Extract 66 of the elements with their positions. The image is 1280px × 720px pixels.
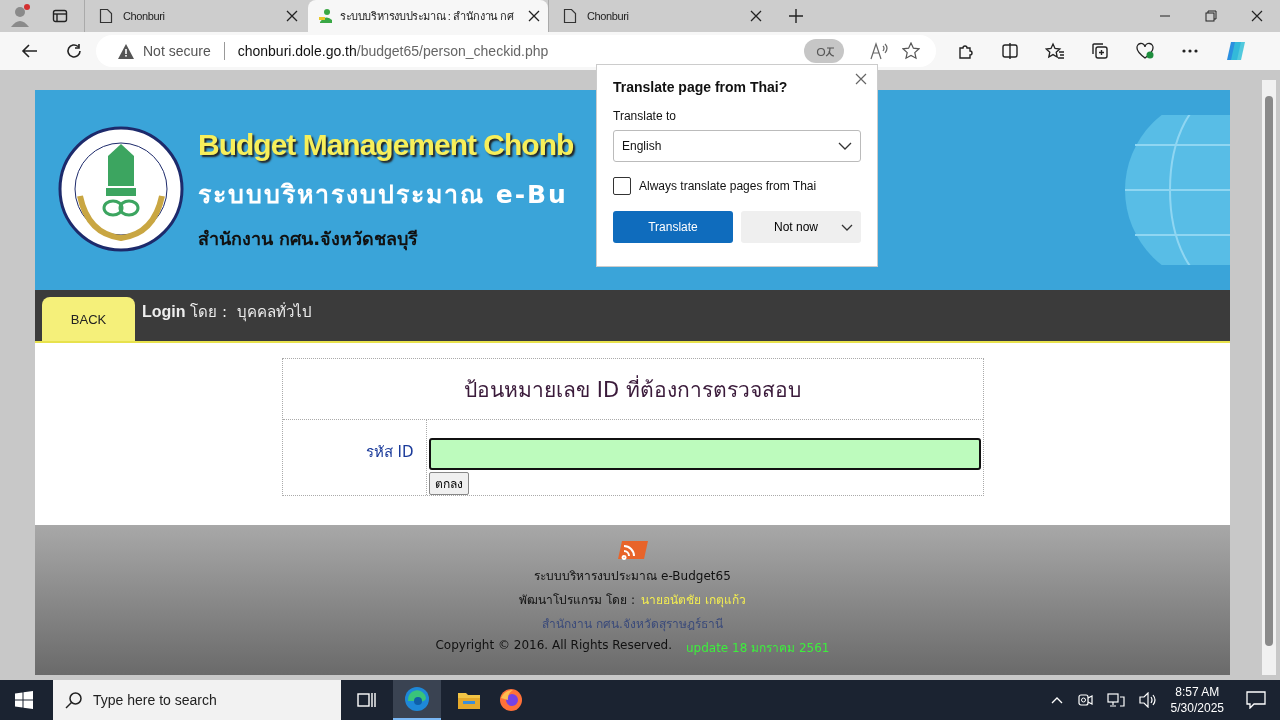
star-icon[interactable] [902, 42, 920, 60]
windows-start-icon[interactable] [15, 691, 33, 709]
site-icon [318, 8, 334, 24]
puzzle-icon[interactable] [957, 42, 975, 60]
copyright-text: Copyright © 2016. All Rights Reserved. [435, 638, 672, 654]
id-input-field[interactable] [428, 438, 981, 470]
site-subtitle: ระบบบริหารงบประมาณ e-Bu [198, 178, 568, 211]
network-icon[interactable] [1106, 692, 1125, 708]
clock-time[interactable]: 8:57 AM [1175, 684, 1220, 700]
checkbox[interactable] [613, 177, 631, 195]
login-info: Login โดย : บุคคลทั่วไป [142, 301, 312, 324]
developer-name: นายอนัตชัย เกตุแก้ว [640, 592, 746, 609]
camera-icon[interactable] [1076, 692, 1093, 708]
close-icon[interactable] [1251, 10, 1263, 22]
warning-icon [118, 43, 134, 59]
back-button[interactable]: BACK [42, 297, 135, 341]
clock-date[interactable]: 5/30/2025 [1170, 700, 1224, 716]
task-view-icon[interactable] [357, 691, 377, 709]
notification-icon[interactable] [1246, 691, 1266, 709]
refresh-icon[interactable] [65, 42, 83, 60]
popup-title: Translate page from Thai? [613, 79, 788, 95]
translate-icon[interactable] [804, 39, 844, 63]
page-icon [99, 8, 113, 24]
developer-label: พัฒนาโปรแกรม โดย : [519, 592, 635, 609]
restore-icon[interactable] [1205, 10, 1217, 22]
copilot-icon[interactable] [1225, 40, 1247, 62]
health-icon[interactable] [1135, 42, 1155, 60]
form-heading: ป้อนหมายเลข ID ที่ต้องการตรวจสอบ [464, 374, 801, 404]
close-icon[interactable] [750, 10, 762, 22]
read-aloud-icon[interactable] [869, 42, 889, 60]
scrollbar[interactable] [1262, 80, 1276, 675]
chevron-down-icon [841, 223, 853, 231]
system-name: ระบบบริหารงบประมาณ e-Budget65 [534, 568, 731, 585]
collections-icon[interactable] [1091, 42, 1109, 60]
not-now-button[interactable]: Not now [741, 211, 861, 243]
url-text: chonburi.dole.go.th/budget65/person_checkid.php [237, 43, 549, 59]
close-icon[interactable] [286, 10, 298, 22]
site-title: Budget Management Chonb [198, 127, 574, 162]
browser-tab[interactable]: ระบบบริหารงบประมาณ : สำนักงาน กศ [308, 0, 548, 32]
folder-icon[interactable] [457, 690, 481, 710]
edge-taskbar-icon[interactable] [393, 680, 441, 720]
chevron-up-icon[interactable] [1050, 696, 1063, 704]
submit-button[interactable]: ตกลง [428, 472, 469, 495]
tab-actions-icon[interactable] [52, 8, 68, 24]
search-icon [65, 691, 83, 709]
page-icon [563, 8, 577, 24]
favorites-icon[interactable] [1045, 42, 1065, 60]
language-label: Translate to [613, 109, 676, 123]
taskbar-search-field[interactable]: Type here to search [53, 680, 341, 720]
rss-icon [615, 539, 650, 561]
office-name: สำนักงาน กศน.จังหวัดชลบุรี [198, 226, 419, 253]
chevron-down-icon [838, 142, 852, 150]
update-date: update 18 มกราคม 2561 [685, 640, 830, 657]
close-icon[interactable] [528, 10, 540, 22]
volume-icon[interactable] [1138, 692, 1157, 708]
field-label: รหัส ID [365, 442, 414, 463]
translate-button[interactable]: Translate [613, 211, 733, 243]
new-tab-icon[interactable] [788, 8, 804, 24]
footer-office: สำนักงาน กศน.จังหวัดสุราษฎร์ธานี [542, 616, 723, 633]
back-arrow-icon[interactable] [21, 42, 39, 60]
language-dropdown[interactable]: English [613, 130, 861, 162]
more-icon[interactable] [1181, 48, 1199, 54]
split-screen-icon[interactable] [1001, 42, 1019, 60]
firefox-icon[interactable] [499, 688, 523, 712]
address-bar[interactable]: Not secure chonburi.dole.go.th/budget65/person_checkid.php [96, 35, 936, 67]
checkbox-label: Always translate pages from Thai [639, 179, 817, 193]
